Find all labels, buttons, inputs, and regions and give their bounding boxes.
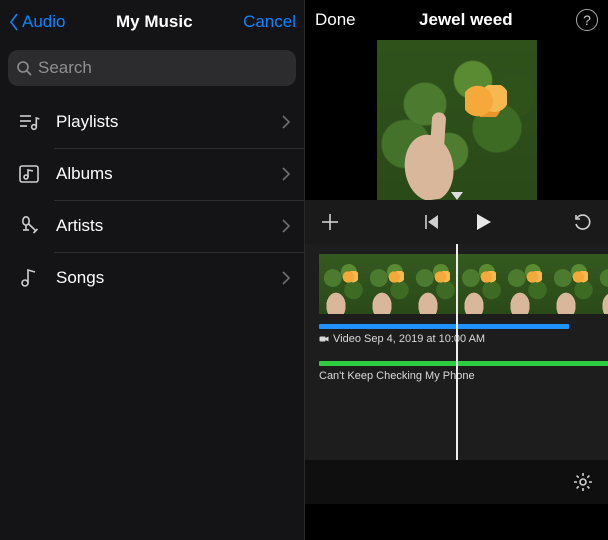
music-category-list: Playlists Albums Artists	[0, 96, 304, 304]
chevron-right-icon	[282, 219, 290, 233]
chevron-right-icon	[282, 115, 290, 129]
row-label: Albums	[56, 164, 282, 184]
plus-icon	[320, 212, 340, 232]
editor-header: Done Jewel weed ?	[305, 0, 608, 40]
row-artists[interactable]: Artists	[0, 200, 304, 252]
songs-icon	[16, 265, 42, 291]
search-icon	[16, 60, 32, 76]
preview-frame	[377, 40, 537, 200]
row-albums[interactable]: Albums	[0, 148, 304, 200]
video-preview[interactable]	[305, 40, 608, 200]
back-button[interactable]: Audio	[8, 12, 65, 32]
albums-icon	[16, 161, 42, 187]
video-frame	[503, 254, 549, 314]
video-frame	[457, 254, 503, 314]
gear-icon	[572, 471, 594, 493]
video-frame	[411, 254, 457, 314]
row-songs[interactable]: Songs	[0, 252, 304, 304]
row-label: Playlists	[56, 112, 282, 132]
row-playlists[interactable]: Playlists	[0, 96, 304, 148]
video-frame	[365, 254, 411, 314]
settings-button[interactable]	[572, 471, 594, 493]
video-frame	[595, 254, 608, 314]
video-audio-track[interactable]	[319, 324, 569, 329]
music-picker-header: Audio My Music Cancel	[0, 0, 304, 44]
play-button[interactable]	[472, 211, 494, 233]
music-picker-panel: Audio My Music Cancel Playlists	[0, 0, 304, 540]
artists-icon	[16, 213, 42, 239]
chevron-right-icon	[282, 271, 290, 285]
timeline-toolbar	[305, 460, 608, 504]
undo-icon	[573, 212, 593, 232]
search-input[interactable]	[38, 58, 288, 78]
project-title: Jewel weed	[419, 10, 513, 30]
search-wrap	[0, 44, 304, 96]
add-media-button[interactable]	[319, 211, 341, 233]
search-field[interactable]	[8, 50, 296, 86]
playhead[interactable]	[456, 244, 458, 460]
music-track[interactable]	[319, 361, 608, 366]
row-label: Artists	[56, 216, 282, 236]
done-button[interactable]: Done	[315, 10, 356, 30]
row-label: Songs	[56, 268, 282, 288]
chevron-right-icon	[282, 167, 290, 181]
skip-to-start-button[interactable]	[420, 211, 442, 233]
skip-back-icon	[421, 212, 441, 232]
music-track-label: Can't Keep Checking My Phone	[319, 368, 608, 384]
camera-icon	[319, 334, 329, 344]
video-track[interactable]	[319, 254, 608, 314]
video-frame	[549, 254, 595, 314]
cancel-button[interactable]: Cancel	[243, 12, 296, 32]
editor-panel: Done Jewel weed ?	[304, 0, 608, 540]
play-icon	[473, 212, 493, 232]
video-track-label: Video Sep 4, 2019 at 10:00 AM	[319, 331, 608, 347]
music-picker-title: My Music	[116, 12, 193, 32]
playlists-icon	[16, 109, 42, 135]
undo-button[interactable]	[572, 211, 594, 233]
video-frame	[319, 254, 365, 314]
playback-controls	[305, 200, 608, 244]
timeline[interactable]: Video Sep 4, 2019 at 10:00 AM Can't Keep…	[305, 244, 608, 504]
help-icon: ?	[583, 12, 591, 28]
help-button[interactable]: ?	[576, 9, 598, 31]
chevron-left-icon	[8, 12, 20, 32]
back-label: Audio	[22, 12, 65, 32]
